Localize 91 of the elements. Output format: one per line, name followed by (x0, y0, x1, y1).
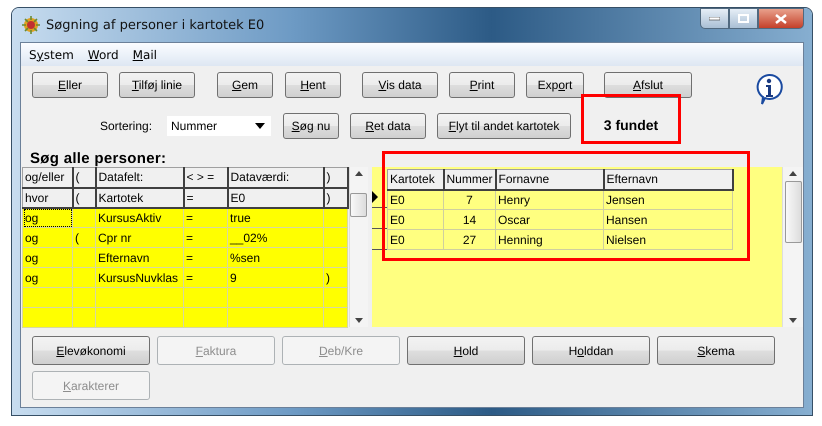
table-cell[interactable]: Hansen (604, 210, 732, 230)
column-header: og/eller (22, 168, 72, 188)
table-cell[interactable]: %sen (228, 248, 324, 268)
window-title: Søgning af personer i kartotek E0 (46, 18, 264, 32)
minimize-icon (709, 16, 720, 20)
menu-item[interactable]: System (29, 48, 74, 62)
table-cell[interactable]: = (184, 268, 228, 288)
scroll-down-icon[interactable] (789, 318, 797, 323)
scrollbar[interactable] (782, 167, 803, 327)
table-cell[interactable] (324, 308, 348, 328)
toolbar-button[interactable]: Hent (285, 72, 341, 98)
table-cell[interactable]: Cpr nr (96, 228, 184, 248)
table-cell[interactable]: ) (324, 268, 348, 288)
row-header-cell[interactable]: hvor (22, 188, 72, 208)
close-button[interactable] (758, 8, 804, 29)
table-cell[interactable] (324, 228, 348, 248)
column-header: Efternavn (604, 170, 732, 190)
action-button[interactable]: Skema (657, 336, 775, 365)
action-button[interactable]: Elevøkonomi (32, 336, 150, 365)
toolbar-button[interactable]: Flyt til andet kartotek (437, 113, 571, 139)
scrollbar[interactable] (348, 167, 368, 327)
column-header: < > = (184, 168, 228, 188)
table-cell[interactable] (22, 288, 72, 308)
minimize-button[interactable] (700, 8, 729, 29)
column-header: Datafelt: (96, 168, 184, 188)
table-cell[interactable]: = (184, 228, 228, 248)
table-cell[interactable]: 9 (228, 268, 324, 288)
table-cell[interactable]: Efternavn (96, 248, 184, 268)
sort-dropdown[interactable]: Nummer (166, 115, 272, 137)
info-icon[interactable] (755, 73, 783, 105)
dropdown-arrow-icon[interactable] (255, 123, 265, 129)
scroll-up-icon[interactable] (789, 171, 797, 176)
table-cell[interactable]: E0 (388, 210, 444, 230)
scroll-up-icon[interactable] (354, 171, 363, 176)
table-cell[interactable] (324, 248, 348, 268)
table-cell[interactable] (96, 288, 184, 308)
result-count: 3 fundet (581, 94, 681, 144)
app-icon (22, 16, 40, 34)
table-cell[interactable]: KursusNuvklas (96, 268, 184, 288)
toolbar-button[interactable]: Ret data (350, 113, 426, 139)
table-cell[interactable]: E0 (388, 230, 444, 250)
table-cell[interactable] (22, 308, 72, 328)
toolbar-button[interactable]: Gem (217, 72, 273, 98)
table-cell[interactable] (184, 308, 228, 328)
maximize-icon (738, 14, 749, 23)
table-cell[interactable]: Nielsen (604, 230, 732, 250)
menu-item[interactable]: Mail (132, 48, 158, 62)
table-cell[interactable]: __02% (228, 228, 324, 248)
column-header: ) (324, 168, 348, 188)
menu-item[interactable]: Word (88, 48, 119, 62)
toolbar-button[interactable]: Afslut (604, 72, 692, 98)
column-header: Fornavne (496, 170, 604, 190)
table-cell[interactable] (228, 308, 324, 328)
sort-label: Sortering: (100, 119, 154, 133)
scroll-down-icon[interactable] (354, 318, 363, 323)
table-cell[interactable]: Oscar (496, 210, 604, 230)
table-cell[interactable]: Henning (496, 230, 604, 250)
column-header: ( (72, 168, 96, 188)
section-heading: Søg alle personer: (30, 150, 168, 167)
table-cell[interactable] (324, 288, 348, 308)
table-cell[interactable]: E0 (388, 190, 444, 210)
table-cell[interactable]: 14 (444, 210, 496, 230)
table-cell[interactable] (72, 308, 96, 328)
toolbar-button[interactable]: Søg nu (283, 113, 339, 139)
column-header: Nummer (444, 170, 496, 190)
column-header: Dataværdi: (228, 168, 324, 188)
table-cell[interactable] (72, 268, 96, 288)
toolbar-button[interactable]: Eller (32, 72, 108, 98)
table-cell[interactable]: ( (72, 228, 96, 248)
table-cell[interactable] (72, 248, 96, 268)
toolbar-button[interactable]: Tilføj linie (119, 72, 195, 98)
table-cell[interactable] (72, 288, 96, 308)
action-button[interactable]: Holddan (532, 336, 650, 365)
action-button[interactable]: Hold (407, 336, 525, 365)
toolbar-button[interactable]: Export (526, 72, 584, 98)
table-cell[interactable]: og (22, 208, 72, 228)
maximize-button[interactable] (729, 8, 758, 29)
table-cell[interactable] (184, 288, 228, 308)
scrollbar-thumb[interactable] (784, 181, 802, 243)
table-cell[interactable] (96, 308, 184, 328)
table-cell[interactable]: 27 (444, 230, 496, 250)
scrollbar-thumb[interactable] (350, 193, 368, 217)
close-icon (775, 14, 787, 24)
table-cell[interactable]: og (22, 228, 72, 248)
column-header: Kartotek (388, 170, 444, 190)
table-cell[interactable]: = (184, 248, 228, 268)
table-cell[interactable]: og (22, 268, 72, 288)
table-cell[interactable] (228, 288, 324, 308)
table-cell[interactable]: og (22, 248, 72, 268)
toolbar-button[interactable]: Print (449, 72, 515, 98)
toolbar-button[interactable]: Vis data (362, 72, 438, 98)
